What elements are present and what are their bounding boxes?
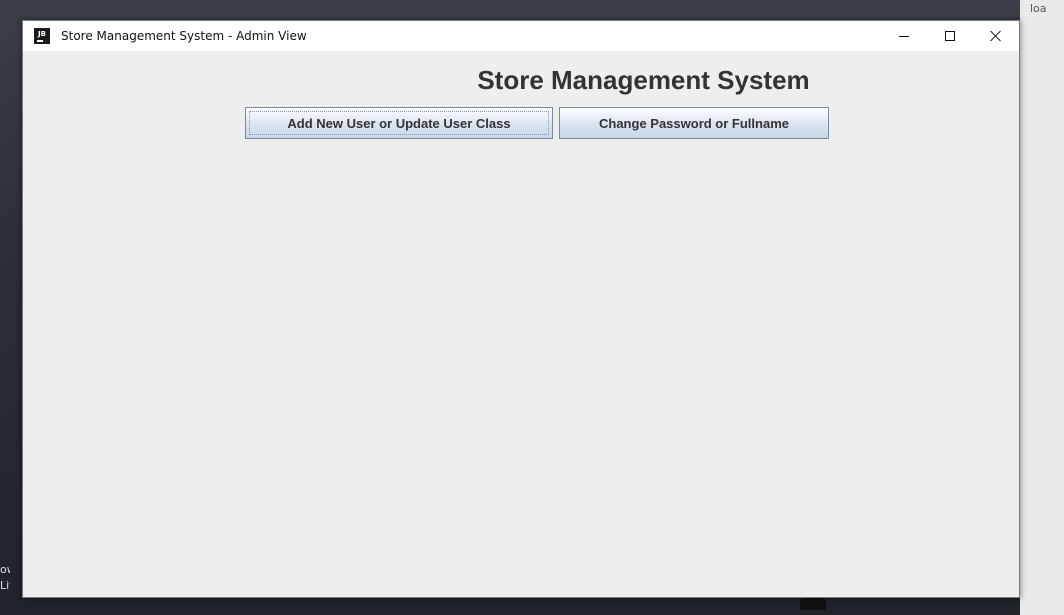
minimize-icon bbox=[899, 35, 909, 37]
background-window-edge bbox=[1020, 0, 1064, 615]
desktop-icon-label: ow Lit bbox=[0, 562, 10, 594]
title-bar[interactable]: JB Store Management System - Admin View bbox=[23, 21, 1019, 51]
maximize-icon bbox=[945, 31, 955, 41]
desktop-wallpaper-detail bbox=[800, 598, 826, 610]
maximize-button[interactable] bbox=[927, 21, 973, 51]
change-password-button[interactable]: Change Password or Fullname bbox=[559, 107, 829, 139]
admin-window: JB Store Management System - Admin View … bbox=[22, 20, 1020, 598]
close-button[interactable] bbox=[973, 21, 1019, 51]
close-icon bbox=[990, 30, 1002, 42]
minimize-button[interactable] bbox=[881, 21, 927, 51]
change-password-button-label: Change Password or Fullname bbox=[599, 115, 789, 131]
window-title: Store Management System - Admin View bbox=[61, 29, 307, 43]
add-user-button[interactable]: Add New User or Update User Class bbox=[245, 107, 553, 139]
desktop-icon-label-line2: Lit bbox=[0, 579, 10, 592]
add-user-button-label: Add New User or Update User Class bbox=[287, 115, 511, 131]
page-title: Store Management System bbox=[477, 65, 810, 95]
background-window-text: loa bbox=[1030, 2, 1047, 15]
desktop-icon-label-line1: ow bbox=[0, 563, 10, 576]
java-app-icon[interactable]: JB bbox=[34, 28, 50, 44]
